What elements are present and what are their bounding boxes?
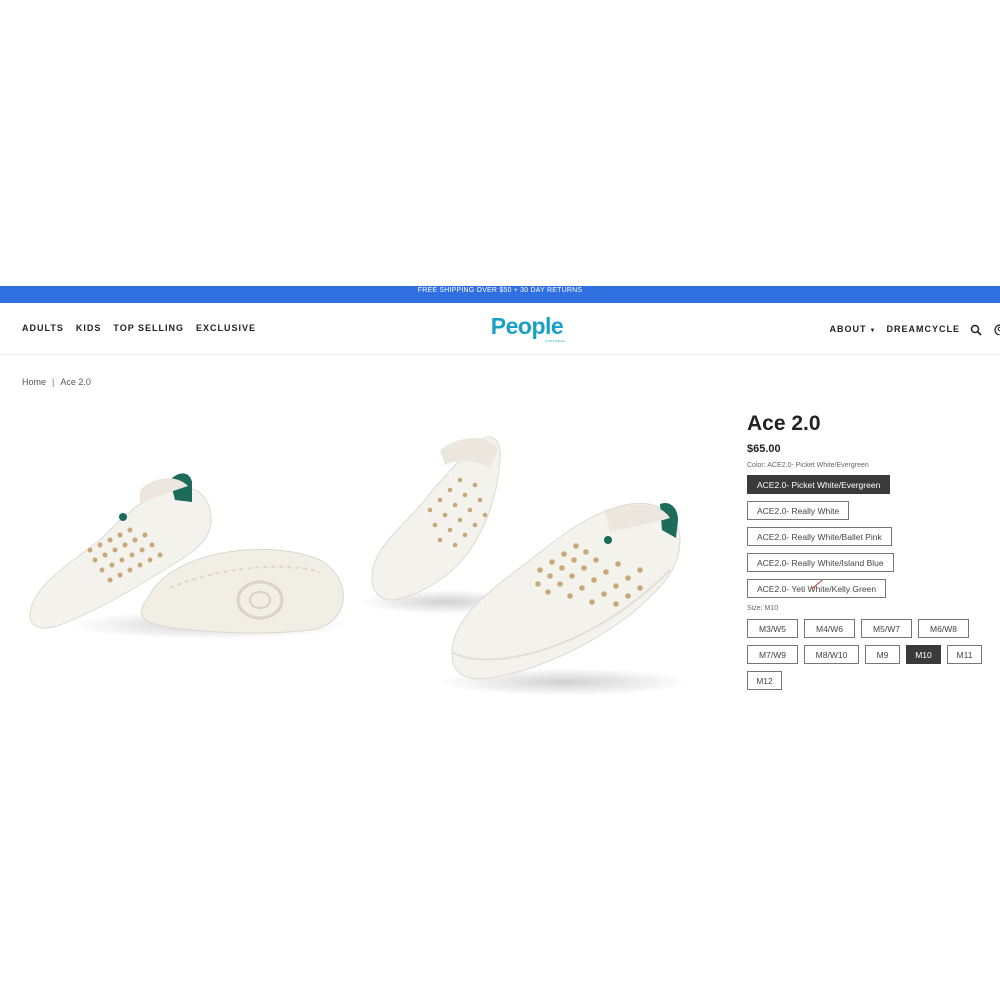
logo-subtext: FOOTWEAR — [545, 339, 565, 343]
color-option[interactable]: ACE2.0- Really White/Ballet Pink — [747, 527, 892, 546]
size-option[interactable]: M4/W6 — [804, 619, 855, 638]
nav-adults[interactable]: ADULTS — [22, 323, 64, 333]
product-title: Ace 2.0 — [747, 412, 821, 435]
size-option[interactable]: M11 — [947, 645, 982, 664]
color-option[interactable]: ACE2.0- Picket White/Evergreen — [747, 475, 891, 494]
color-option-unavailable[interactable]: ACE2.0- Yeti White/Kelly Green — [747, 579, 887, 598]
nav-top-selling[interactable]: TOP SELLING — [113, 323, 184, 333]
caret-down-icon: ▼ — [869, 328, 877, 334]
color-label: Color: ACE2.0- Picket White/Evergreen — [747, 462, 869, 469]
nav-about-label: ABOUT — [829, 324, 867, 334]
product-image[interactable] — [20, 420, 720, 710]
breadcrumb-separator: | — [52, 377, 55, 387]
brand-logo[interactable]: People FOOTWEAR — [487, 313, 567, 345]
breadcrumb: Home | Ace 2.0 — [22, 377, 91, 387]
nav-kids[interactable]: KIDS — [76, 323, 102, 333]
product-price: $65.00 — [747, 443, 781, 455]
main-nav: ADULTS KIDS TOP SELLING EXCLUSIVE — [22, 323, 268, 333]
site-header: ADULTS KIDS TOP SELLING EXCLUSIVE People… — [0, 303, 1000, 355]
account-icon[interactable] — [994, 323, 1000, 335]
product-gallery — [20, 420, 720, 710]
breadcrumb-home[interactable]: Home — [22, 377, 46, 387]
size-option[interactable]: M3/W5 — [747, 619, 798, 638]
product-details: Ace 2.0 $65.00 Color: ACE2.0- Picket Whi… — [747, 410, 1000, 697]
size-option[interactable]: M12 — [747, 671, 782, 690]
nav-exclusive[interactable]: EXCLUSIVE — [196, 323, 256, 333]
color-option[interactable]: ACE2.0- Really White — [747, 501, 850, 520]
size-option[interactable]: M5/W7 — [861, 619, 912, 638]
color-option[interactable]: ACE2.0- Really White/Island Blue — [747, 553, 894, 572]
search-icon[interactable] — [970, 323, 982, 336]
breadcrumb-current: Ace 2.0 — [60, 377, 91, 387]
secondary-nav: ABOUT ▼ DREAMCYCLE — [830, 323, 1000, 336]
size-option[interactable]: M7/W9 — [747, 645, 798, 664]
size-options: M3/W5 M4/W6 M5/W7 M6/W8 M7/W9 M8/W10 M9 M10 M11… — [747, 619, 1000, 697]
size-option[interactable]: M8/W10 — [804, 645, 859, 664]
promo-bar: FREE SHIPPING OVER $50 + 30 DAY RETURNS — [0, 286, 1000, 303]
size-option[interactable]: M6/W8 — [918, 619, 969, 638]
size-label: Size: M10 — [747, 605, 779, 612]
color-options: ACE2.0- Picket White/Evergreen ACE2.0- R… — [747, 475, 1000, 598]
size-option[interactable]: M9 — [865, 645, 900, 664]
nav-about[interactable]: ABOUT ▼ — [830, 324, 877, 334]
nav-dreamcycle[interactable]: DREAMCYCLE — [886, 324, 960, 334]
promo-text: FREE SHIPPING OVER $50 + 30 DAY RETURNS — [417, 287, 583, 294]
size-option-selected[interactable]: M10 — [906, 645, 941, 664]
logo-wordmark: People — [490, 313, 564, 339]
